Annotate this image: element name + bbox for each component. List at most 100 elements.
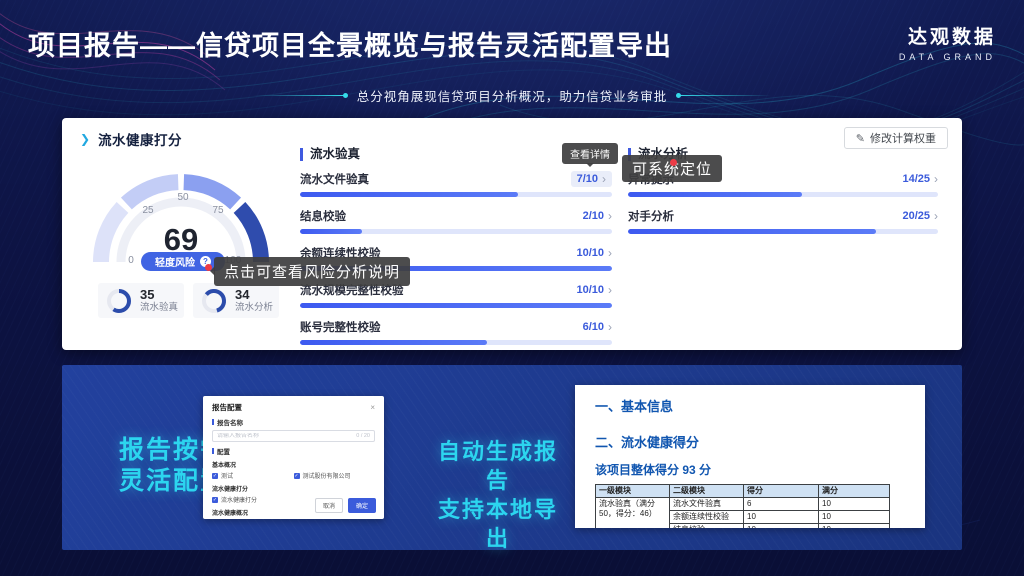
alert-dot <box>205 264 212 271</box>
checkbox-checked-icon: ✓ <box>212 473 218 479</box>
chevron-right-icon: › <box>608 283 612 297</box>
table-header-row: 一级模块 二级模块 得分 满分 <box>596 485 890 498</box>
score-row-account-integrity[interactable]: 账号完整性校验 6/10 › <box>300 319 612 345</box>
edit-pencil-icon: ✎ <box>856 132 865 145</box>
score-row-label: 账号完整性校验 <box>300 319 381 335</box>
report-name-label: 报告名称 <box>217 417 243 427</box>
right-caption-line2: 支持本地导出 <box>430 495 566 553</box>
score-row-label: 流水文件验真 <box>300 171 369 187</box>
stat-label: 流水分析 <box>235 302 273 313</box>
confirm-button[interactable]: 确定 <box>348 498 376 513</box>
score-value: 10/10 › <box>576 246 612 260</box>
char-counter: 0 / 20 <box>356 433 370 439</box>
checkbox-checked-icon: ✓ <box>294 473 300 479</box>
report-preview: 一、基本信息 二、流水健康得分 该项目整体得分 93 分 一级模块 二级模块 得… <box>575 385 925 528</box>
subtitle-row: 总分视角展现信贷项目分析概况，助力信贷业务审批 <box>0 86 1024 105</box>
progress-fill <box>300 340 487 345</box>
chevron-right-icon: › <box>934 209 938 223</box>
score-value: 2/10 › <box>583 209 612 223</box>
checkbox-option[interactable]: ✓ 流水健康打分 <box>212 495 294 504</box>
progress-track <box>300 303 612 308</box>
verify-column: 流水验真 流水文件验真 7/10 › 结息校验 2/10 <box>300 148 612 356</box>
cancel-button[interactable]: 取消 <box>315 498 343 513</box>
stat-value: 35 <box>140 288 178 302</box>
score-value: 10/10 › <box>576 283 612 297</box>
progress-track <box>628 229 938 234</box>
view-detail-tooltip: 查看详情 <box>562 143 618 164</box>
stat-card-verify: 35 流水验真 <box>98 283 184 318</box>
table-header: 满分 <box>819 485 890 498</box>
score-row-counterparty[interactable]: 对手分析 20/25 › <box>628 208 938 234</box>
score-value: 14/25 › <box>902 172 938 186</box>
checkbox-option[interactable]: ✓ 测试股份有限公司 <box>294 471 376 480</box>
progress-track <box>628 192 938 197</box>
chevron-right-icon: › <box>608 320 612 334</box>
page-title: 项目报告——信贷项目全景概览与报告灵活配置导出 <box>28 24 672 63</box>
stat-card-analysis: 34 流水分析 <box>193 283 279 318</box>
report-config-dialog: 报告配置 × 报告名称 0 / 20 配置 基本概况 ✓ 测试 <box>203 396 384 519</box>
bottom-panel: 报告按需 灵活配置 报告配置 × 报告名称 0 / 20 配置 基本概况 <box>62 365 962 550</box>
progress-fill <box>300 229 362 234</box>
card-header: ❯ 流水健康打分 <box>80 129 182 149</box>
section-bar <box>212 419 214 425</box>
report-heading-basic-info: 一、基本信息 <box>595 396 905 415</box>
report-score-table: 一级模块 二级模块 得分 满分 流水验真（满分50，得分：46） 流水文件验真 … <box>595 484 890 528</box>
brand-logo-cn: 达观数据 <box>899 22 996 49</box>
config-label: 配置 <box>217 446 230 456</box>
table-row: 流水验真（满分50，得分：46） 流水文件验真 6 10 <box>596 498 890 511</box>
chevron-right-icon: › <box>602 172 606 186</box>
dialog-title: 报告配置 <box>212 402 242 413</box>
table-header: 二级模块 <box>670 485 744 498</box>
report-heading-health-score: 二、流水健康得分 <box>595 432 905 451</box>
report-overall-score: 该项目整体得分 93 分 <box>595 461 905 478</box>
score-value: 20/25 › <box>902 209 938 223</box>
table-group-cell: 流水验真（满分50，得分：46） <box>596 498 670 529</box>
right-caption: 自动生成报告 支持本地导出 <box>430 437 566 553</box>
score-value: 6/10 › <box>583 320 612 334</box>
risk-level-label: 轻度风险 <box>155 254 195 269</box>
subtitle-divider-right <box>679 95 771 96</box>
stat-label: 流水验真 <box>140 302 178 313</box>
checkbox-checked-icon: ✓ <box>212 497 218 503</box>
progress-fill <box>628 229 876 234</box>
card-title: 流水健康打分 <box>98 129 182 149</box>
ring-chart <box>201 288 227 314</box>
score-row-interest-check[interactable]: 结息校验 2/10 › <box>300 208 612 234</box>
score-dashboard-card: ❯ 流水健康打分 ✎ 修改计算权重 0 25 50 75 100 69 <box>62 118 962 350</box>
brand-logo-en: DATA GRAND <box>899 52 996 62</box>
progress-fill <box>628 192 802 197</box>
alert-dot <box>670 159 677 166</box>
section-bar <box>212 448 214 454</box>
table-header: 一级模块 <box>596 485 670 498</box>
edit-weight-button[interactable]: ✎ 修改计算权重 <box>844 127 948 149</box>
section-chevron-icon: ❯ <box>80 132 90 146</box>
gauge-tick: 75 <box>212 205 224 216</box>
gauge-tick: 50 <box>177 192 189 203</box>
group-title: 流水健康打分 <box>212 484 375 493</box>
progress-fill <box>300 192 518 197</box>
table-header: 得分 <box>744 485 819 498</box>
stat-value: 34 <box>235 288 273 302</box>
progress-track <box>300 340 612 345</box>
chevron-right-icon: › <box>608 209 612 223</box>
checkbox-option[interactable]: ✓ 测试 <box>212 471 294 480</box>
report-name-input-wrap: 0 / 20 <box>212 430 375 442</box>
slide-root: 项目报告——信贷项目全景概览与报告灵活配置导出 达观数据 DATA GRAND … <box>0 0 1024 576</box>
right-caption-line1: 自动生成报告 <box>430 437 566 495</box>
edit-weight-button-label: 修改计算权重 <box>870 130 936 146</box>
progress-fill <box>300 303 612 308</box>
chevron-right-icon: › <box>934 172 938 186</box>
brand-logo: 达观数据 DATA GRAND <box>899 22 996 62</box>
score-row-file-verify[interactable]: 流水文件验真 7/10 › <box>300 171 612 197</box>
score-row-label: 结息校验 <box>300 208 346 224</box>
risk-note-annotation: 点击可查看风险分析说明 <box>214 257 410 286</box>
subtitle: 总分视角展现信贷项目分析概况，助力信贷业务审批 <box>357 86 668 105</box>
group-title: 基本概况 <box>212 460 375 469</box>
report-name-input[interactable] <box>217 433 317 439</box>
subtitle-divider-left <box>253 95 345 96</box>
gauge-tick: 25 <box>142 205 154 216</box>
progress-track <box>300 229 612 234</box>
progress-track <box>300 192 612 197</box>
ring-chart <box>106 288 132 314</box>
close-icon[interactable]: × <box>370 404 375 412</box>
